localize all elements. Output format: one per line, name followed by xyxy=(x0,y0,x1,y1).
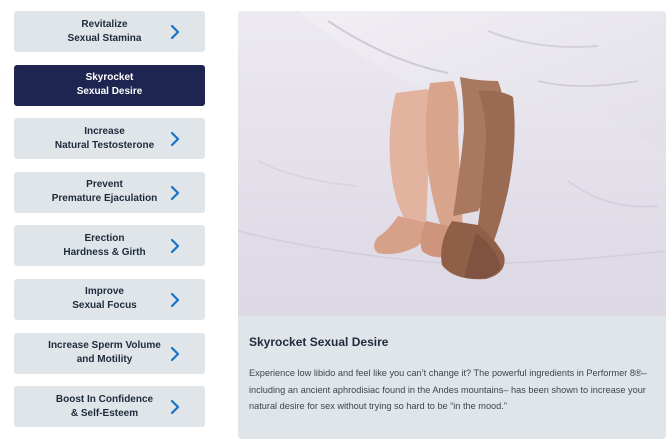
panel-title: Skyrocket Sexual Desire xyxy=(249,335,389,349)
benefit-detail-panel: Skyrocket Sexual Desire Experience low l… xyxy=(238,11,666,439)
tab-revitalize-sexual-stamina[interactable]: Revitalize Sexual Stamina xyxy=(14,11,205,52)
panel-description: Experience low libido and feel like you … xyxy=(249,368,647,411)
tab-label: Skyrocket Sexual Desire xyxy=(76,72,143,98)
tab-label: Boost In Confidence & Self-Esteem xyxy=(55,393,154,419)
chevron-right-icon xyxy=(170,185,180,200)
couple-in-bed-photo xyxy=(238,11,666,316)
tab-boost-confidence[interactable]: Boost In Confidence & Self-Esteem xyxy=(14,386,205,428)
chevron-right-icon xyxy=(170,239,180,254)
tab-label: Prevent Premature Ejaculation xyxy=(51,179,158,205)
tab-label: Increase Sperm Volume and Motility xyxy=(48,340,161,366)
chevron-right-icon xyxy=(170,24,180,40)
chevron-right-icon xyxy=(170,400,180,415)
tab-skyrocket-sexual-desire[interactable]: Skyrocket Sexual Desire xyxy=(14,64,205,106)
tab-label: Improve Sexual Focus xyxy=(72,286,137,312)
tab-label: Erection Hardness & Girth xyxy=(63,232,146,258)
chevron-right-icon xyxy=(170,346,180,361)
tab-label: Revitalize Sexual Stamina xyxy=(67,18,142,44)
tab-increase-natural-testosterone[interactable]: Increase Natural Testosterone xyxy=(14,118,205,160)
tab-erection-hardness-girth[interactable]: Erection Hardness & Girth xyxy=(14,225,205,267)
tab-prevent-premature-ejaculation[interactable]: Prevent Premature Ejaculation xyxy=(14,171,205,213)
tab-improve-sexual-focus[interactable]: Improve Sexual Focus xyxy=(14,278,205,320)
tab-label: Increase Natural Testosterone xyxy=(54,125,155,151)
chevron-right-icon xyxy=(170,132,180,147)
tab-increase-sperm-volume[interactable]: Increase Sperm Volume and Motility xyxy=(14,332,205,374)
chevron-right-icon xyxy=(170,292,180,308)
benefit-tab-list: Revitalize Sexual Stamina Skyrocket Sexu… xyxy=(14,11,205,440)
